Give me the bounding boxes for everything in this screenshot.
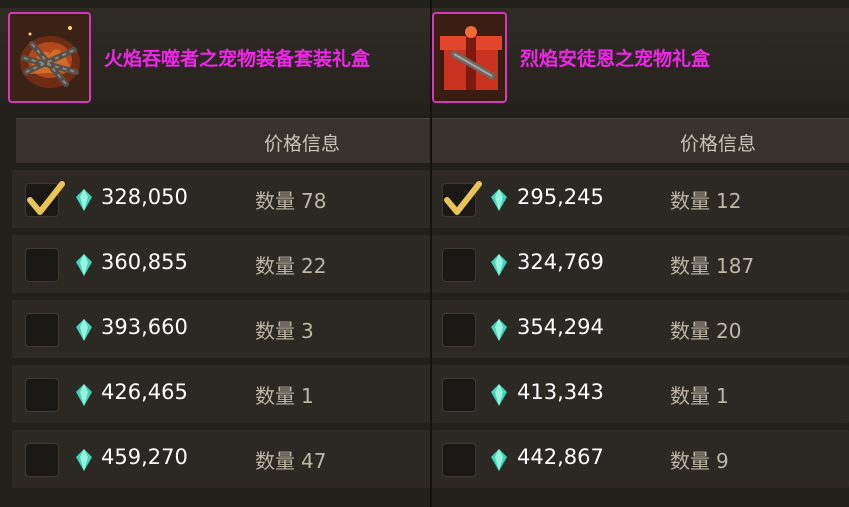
quantity-label: 数量 <box>670 189 710 213</box>
quantity-label: 数量 <box>255 449 295 473</box>
price-value: 459,270 <box>101 445 188 469</box>
green-gem-icon <box>491 254 507 276</box>
quantity-value: 12 <box>716 189 742 213</box>
price-info-title: 价格信息 <box>264 133 341 155</box>
price-value: 413,343 <box>517 380 604 404</box>
column-header: 价格信息 <box>432 118 849 163</box>
price-value: 426,465 <box>101 380 188 404</box>
quantity-label: 数量 <box>255 254 295 278</box>
select-checkbox[interactable] <box>25 378 59 412</box>
green-gem-icon <box>491 384 507 406</box>
listing-row[interactable]: 393,660 数量 3 <box>12 300 432 358</box>
select-checkbox[interactable] <box>442 443 476 477</box>
green-gem-icon <box>76 189 92 211</box>
green-gem-icon <box>76 254 92 276</box>
green-gem-icon <box>491 319 507 341</box>
quantity-value: 3 <box>301 319 314 343</box>
price-value: 324,769 <box>517 250 604 274</box>
price-value: 442,867 <box>517 445 604 469</box>
item-header: 烈焰安徒恩之宠物礼盒 <box>432 8 849 104</box>
quantity-value: 22 <box>301 254 327 278</box>
price-value: 295,245 <box>517 185 604 209</box>
listing-row[interactable]: 442,867 数量 9 <box>432 430 849 488</box>
checkmark-icon <box>444 181 482 215</box>
select-checkbox[interactable] <box>442 181 482 217</box>
listing-row[interactable]: 295,245 数量 12 <box>432 170 849 228</box>
right-listing-panel: 烈焰安徒恩之宠物礼盒 价格信息 295,245 数量 12 324,769 数量 1… <box>432 0 849 507</box>
green-gem-icon <box>76 384 92 406</box>
quantity-label: 数量 <box>670 449 710 473</box>
quantity: 数量 3 <box>255 315 314 344</box>
quantity: 数量 9 <box>670 445 729 474</box>
item-header: 火焰吞噬者之宠物装备套装礼盒 <box>0 8 432 104</box>
listing-row[interactable]: 360,855 数量 22 <box>12 235 432 293</box>
quantity: 数量 22 <box>255 250 326 279</box>
quantity: 数量 187 <box>670 250 754 279</box>
select-checkbox[interactable] <box>25 443 59 477</box>
green-gem-icon <box>76 449 92 471</box>
quantity-label: 数量 <box>255 189 295 213</box>
price-info-title: 价格信息 <box>680 133 757 155</box>
quantity-label: 数量 <box>255 319 295 343</box>
select-checkbox[interactable] <box>442 313 476 347</box>
quantity-label: 数量 <box>255 384 295 408</box>
quantity-value: 78 <box>301 189 327 213</box>
select-checkbox[interactable] <box>442 378 476 412</box>
listing-row[interactable]: 426,465 数量 1 <box>12 365 432 423</box>
quantity-label: 数量 <box>670 254 710 278</box>
quantity-value: 187 <box>716 254 755 278</box>
listing-row[interactable]: 354,294 数量 20 <box>432 300 849 358</box>
quantity-value: 1 <box>301 384 314 408</box>
green-gem-icon <box>491 449 507 471</box>
column-header: 价格信息 <box>16 118 432 163</box>
red-gift-box-icon[interactable] <box>432 12 507 103</box>
checkmark-icon <box>27 181 65 215</box>
item-name: 烈焰安徒恩之宠物礼盒 <box>520 48 711 70</box>
quantity-value: 1 <box>716 384 729 408</box>
listing-row[interactable]: 459,270 数量 47 <box>12 430 432 488</box>
price-value: 328,050 <box>101 185 188 209</box>
quantity: 数量 47 <box>255 445 326 474</box>
listing-row[interactable]: 413,343 数量 1 <box>432 365 849 423</box>
left-listing-panel: 火焰吞噬者之宠物装备套装礼盒 价格信息 328,050 数量 78 360,855… <box>0 0 432 507</box>
quantity: 数量 78 <box>255 185 326 214</box>
burning-chains-box-icon[interactable] <box>8 12 91 103</box>
price-value: 354,294 <box>517 315 604 339</box>
select-checkbox[interactable] <box>442 248 476 282</box>
green-gem-icon <box>491 189 507 211</box>
price-value: 393,660 <box>101 315 188 339</box>
quantity: 数量 1 <box>255 380 314 409</box>
select-checkbox[interactable] <box>25 248 59 282</box>
listing-row[interactable]: 328,050 数量 78 <box>12 170 432 228</box>
select-checkbox[interactable] <box>25 313 59 347</box>
price-value: 360,855 <box>101 250 188 274</box>
listing-row[interactable]: 324,769 数量 187 <box>432 235 849 293</box>
quantity-value: 9 <box>716 449 729 473</box>
quantity-value: 47 <box>301 449 327 473</box>
quantity-label: 数量 <box>670 319 710 343</box>
quantity: 数量 20 <box>670 315 741 344</box>
green-gem-icon <box>76 319 92 341</box>
quantity: 数量 1 <box>670 380 729 409</box>
quantity: 数量 12 <box>670 185 741 214</box>
quantity-value: 20 <box>716 319 742 343</box>
item-name: 火焰吞噬者之宠物装备套装礼盒 <box>104 48 371 70</box>
quantity-label: 数量 <box>670 384 710 408</box>
select-checkbox[interactable] <box>25 181 65 217</box>
